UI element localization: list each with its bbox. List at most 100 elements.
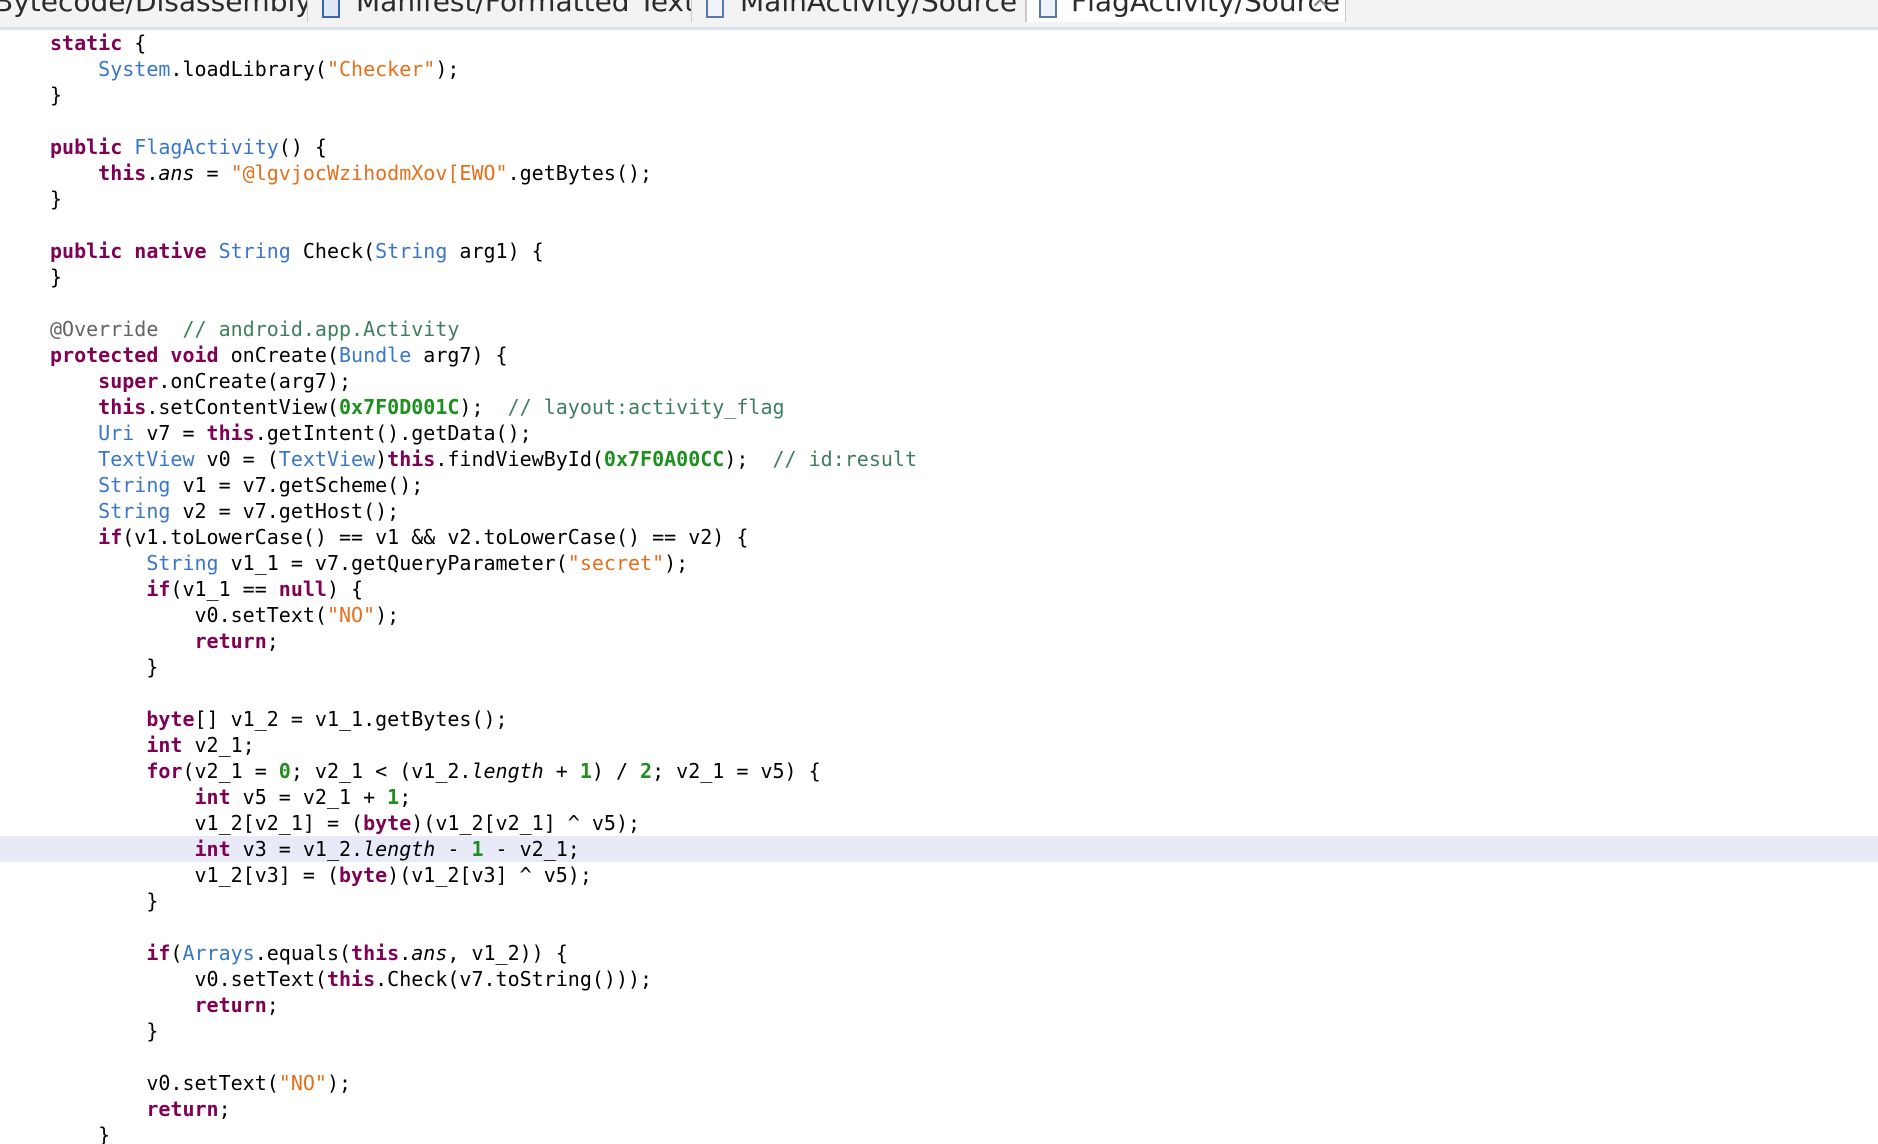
close-tab-icon[interactable]: ✕: [1311, 0, 1329, 22]
code-line[interactable]: [0, 1044, 1878, 1070]
code-token: v1 = v7.getScheme();: [170, 473, 424, 497]
code-line[interactable]: int v5 = v2_1 + 1;: [0, 784, 1878, 810]
code-line[interactable]: v0.setText("NO");: [0, 602, 1878, 628]
tab-flagactivity-source[interactable]: FlagActivity/Source ✕: [1026, 0, 1346, 22]
code-line[interactable]: [0, 108, 1878, 134]
code-line[interactable]: System.loadLibrary("Checker");: [0, 56, 1878, 82]
code-token: )(v1_2[v2_1] ^ v5);: [411, 811, 641, 835]
code-line[interactable]: return;: [0, 628, 1878, 654]
code-line[interactable]: static {: [0, 30, 1878, 56]
code-line[interactable]: }: [0, 186, 1878, 212]
code-token: }: [50, 655, 159, 679]
code-line[interactable]: if(v1_1 == null) {: [0, 576, 1878, 602]
code-token: );: [435, 57, 460, 81]
code-line-text: TextView v0 = (TextView)this.findViewByI…: [50, 446, 917, 472]
code-line-text: }: [50, 888, 158, 914]
current-code-line[interactable]: int v3 = v1_2.length - 1 - v2_1;: [0, 836, 1878, 862]
code-token: this: [206, 421, 255, 445]
code-line[interactable]: public FlagActivity() {: [0, 134, 1878, 160]
code-line[interactable]: v0.setText(this.Check(v7.toString()));: [0, 966, 1878, 992]
code-line-text: v0.setText("NO");: [50, 1070, 351, 1096]
code-token: .: [399, 941, 412, 965]
code-line-text: int v5 = v2_1 + 1;: [50, 784, 412, 810]
code-line[interactable]: this.ans = "@lgvjocWzihodmXov[EWO".getBy…: [0, 160, 1878, 186]
code-token: 0x7F0A00CC: [603, 447, 725, 471]
code-line[interactable]: [0, 914, 1878, 940]
code-token: +: [543, 759, 580, 783]
code-line[interactable]: byte[] v1_2 = v1_1.getBytes();: [0, 706, 1878, 732]
code-token: String: [375, 239, 448, 263]
code-token: {: [122, 31, 147, 55]
code-line[interactable]: }: [0, 264, 1878, 290]
code-token: int: [146, 733, 183, 757]
code-token: return: [194, 629, 267, 653]
code-line[interactable]: Uri v7 = this.getIntent().getData();: [0, 420, 1878, 446]
code-line[interactable]: [0, 680, 1878, 706]
code-line[interactable]: }: [0, 654, 1878, 680]
code-line[interactable]: for(v2_1 = 0; v2_1 < (v1_2.length + 1) /…: [0, 758, 1878, 784]
code-line[interactable]: }: [0, 82, 1878, 108]
code-token: .getBytes();: [507, 161, 653, 185]
code-token: v1_1 = v7.getQueryParameter(: [218, 551, 568, 575]
code-line[interactable]: v1_2[v3] = (byte)(v1_2[v3] ^ v5);: [0, 862, 1878, 888]
code-line[interactable]: String v1 = v7.getScheme();: [0, 472, 1878, 498]
code-line[interactable]: }: [0, 1018, 1878, 1044]
code-line[interactable]: if(Arrays.equals(this.ans, v1_2)) {: [0, 940, 1878, 966]
code-token: .getIntent().getData();: [254, 421, 532, 445]
code-line-text: if(v1_1 == null) {: [50, 576, 363, 602]
tab-label: Manifest/Formatted Text: [356, 0, 692, 18]
code-line[interactable]: [0, 212, 1878, 238]
code-line[interactable]: }: [0, 1122, 1878, 1144]
code-line-text: }: [50, 264, 62, 290]
code-line[interactable]: }: [0, 888, 1878, 914]
code-token: (v1.toLowerCase() == v1 && v2.toLowerCas…: [122, 525, 749, 549]
code-line[interactable]: [0, 290, 1878, 316]
code-token: "@lgvjocWzihodmXov[EWO": [230, 161, 508, 185]
code-token: .: [146, 161, 159, 185]
code-line[interactable]: super.onCreate(arg7);: [0, 368, 1878, 394]
code-token: );: [664, 551, 689, 575]
code-line[interactable]: if(v1.toLowerCase() == v1 && v2.toLowerC…: [0, 524, 1878, 550]
code-token: v0 = (: [194, 447, 279, 471]
code-token: }: [50, 187, 63, 211]
code-line[interactable]: return;: [0, 1096, 1878, 1122]
code-line[interactable]: return;: [0, 992, 1878, 1018]
tab-bytecode-disassembly[interactable]: Bytecode/Disassembly: [0, 0, 308, 22]
code-token: v1_2[v3] = (: [50, 863, 339, 887]
code-line[interactable]: this.setContentView(0x7F0D001C); // layo…: [0, 394, 1878, 420]
tab-mainactivity-source[interactable]: MainActivity/Source: [692, 0, 1026, 22]
code-line[interactable]: v0.setText("NO");: [0, 1070, 1878, 1096]
code-token: }: [50, 889, 159, 913]
tab-manifest-formatted-text[interactable]: Manifest/Formatted Text: [308, 0, 692, 22]
code-line[interactable]: TextView v0 = (TextView)this.findViewByI…: [0, 446, 1878, 472]
code-line[interactable]: protected void onCreate(Bundle arg7) {: [0, 342, 1878, 368]
code-line[interactable]: int v2_1;: [0, 732, 1878, 758]
code-line[interactable]: String v2 = v7.getHost();: [0, 498, 1878, 524]
code-line[interactable]: String v1_1 = v7.getQueryParameter("secr…: [0, 550, 1878, 576]
code-line-text: v0.setText("NO");: [50, 602, 399, 628]
code-token: this: [387, 447, 436, 471]
code-line[interactable]: v1_2[v2_1] = (byte)(v1_2[v2_1] ^ v5);: [0, 810, 1878, 836]
code-line-text: if(v1.toLowerCase() == v1 && v2.toLowerC…: [50, 524, 748, 550]
code-token: this: [98, 395, 147, 419]
code-token: );: [724, 447, 773, 471]
code-token: this: [98, 161, 147, 185]
source-code-editor[interactable]: static { System.loadLibrary("Checker");}…: [0, 30, 1878, 1144]
code-token: (: [170, 941, 183, 965]
code-token: String: [218, 239, 291, 263]
code-line[interactable]: @Override // android.app.Activity: [0, 316, 1878, 342]
code-line[interactable]: public native String Check(String arg1) …: [0, 238, 1878, 264]
code-line-text: static {: [50, 30, 146, 56]
